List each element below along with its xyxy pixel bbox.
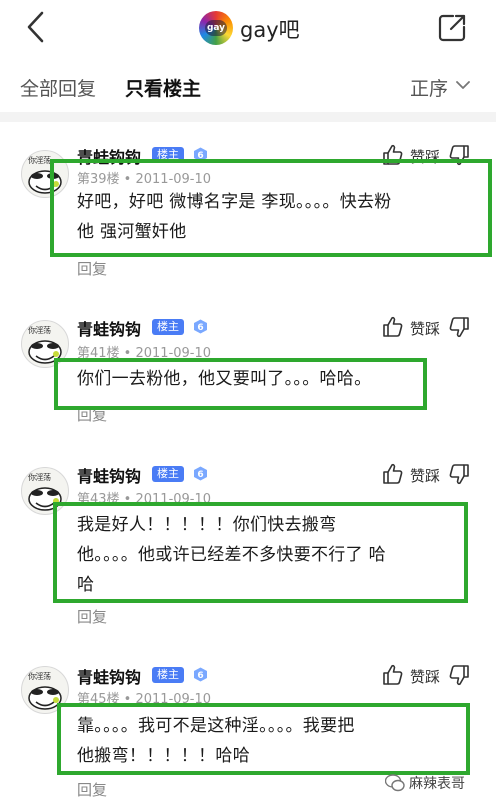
highlight-box	[54, 358, 427, 410]
owner-badge: 楼主	[152, 319, 184, 335]
sort-order-button[interactable]: 正序	[410, 74, 448, 101]
share-icon[interactable]	[437, 13, 467, 43]
tab-all-replies[interactable]: 全部回复	[20, 74, 96, 101]
like-dislike-label[interactable]: 赞踩	[410, 465, 440, 486]
level-badge-icon: 6	[194, 319, 207, 334]
svg-text:6: 6	[197, 470, 203, 480]
highlight-box	[53, 502, 468, 603]
top-bar: gay gay吧	[0, 0, 496, 56]
chevron-down-icon[interactable]	[456, 80, 470, 90]
watermark-text: 麻辣表哥	[409, 776, 465, 792]
svg-text:6: 6	[197, 323, 203, 333]
highlight-box	[50, 159, 492, 257]
username[interactable]: 青蛙钩钩	[77, 664, 141, 688]
forum-logo-text: gay	[205, 20, 227, 36]
username[interactable]: 青蛙钩钩	[77, 316, 141, 340]
watermark: 麻辣表哥	[385, 772, 491, 794]
reply-button[interactable]: 回复	[77, 606, 107, 627]
highlight-box	[57, 703, 470, 775]
thumbs-down-icon[interactable]	[448, 316, 470, 338]
thumbs-up-icon[interactable]	[382, 664, 404, 686]
reply-button[interactable]: 回复	[77, 258, 107, 279]
chevron-left-icon[interactable]	[22, 10, 52, 44]
svg-text:6: 6	[197, 671, 203, 681]
username[interactable]: 青蛙钩钩	[77, 463, 141, 487]
level-badge-icon: 6	[194, 667, 207, 682]
like-dislike-label[interactable]: 赞踩	[410, 666, 440, 687]
reply-button[interactable]: 回复	[77, 779, 107, 800]
section-divider	[0, 112, 496, 122]
thumbs-down-icon[interactable]	[448, 463, 470, 485]
owner-badge: 楼主	[152, 466, 184, 482]
forum-name[interactable]: gay吧	[240, 14, 300, 44]
wechat-icon	[385, 774, 405, 792]
thumbs-down-icon[interactable]	[448, 664, 470, 686]
like-dislike-label[interactable]: 赞踩	[410, 318, 440, 339]
owner-badge: 楼主	[152, 667, 184, 683]
thumbs-up-icon[interactable]	[382, 316, 404, 338]
reply-filter-tabs: 全部回复 只看楼主 正序	[0, 60, 496, 112]
level-badge-icon: 6	[194, 466, 207, 481]
forum-logo[interactable]: gay	[199, 11, 233, 45]
tab-owner-only[interactable]: 只看楼主	[125, 74, 201, 101]
thumbs-up-icon[interactable]	[382, 463, 404, 485]
